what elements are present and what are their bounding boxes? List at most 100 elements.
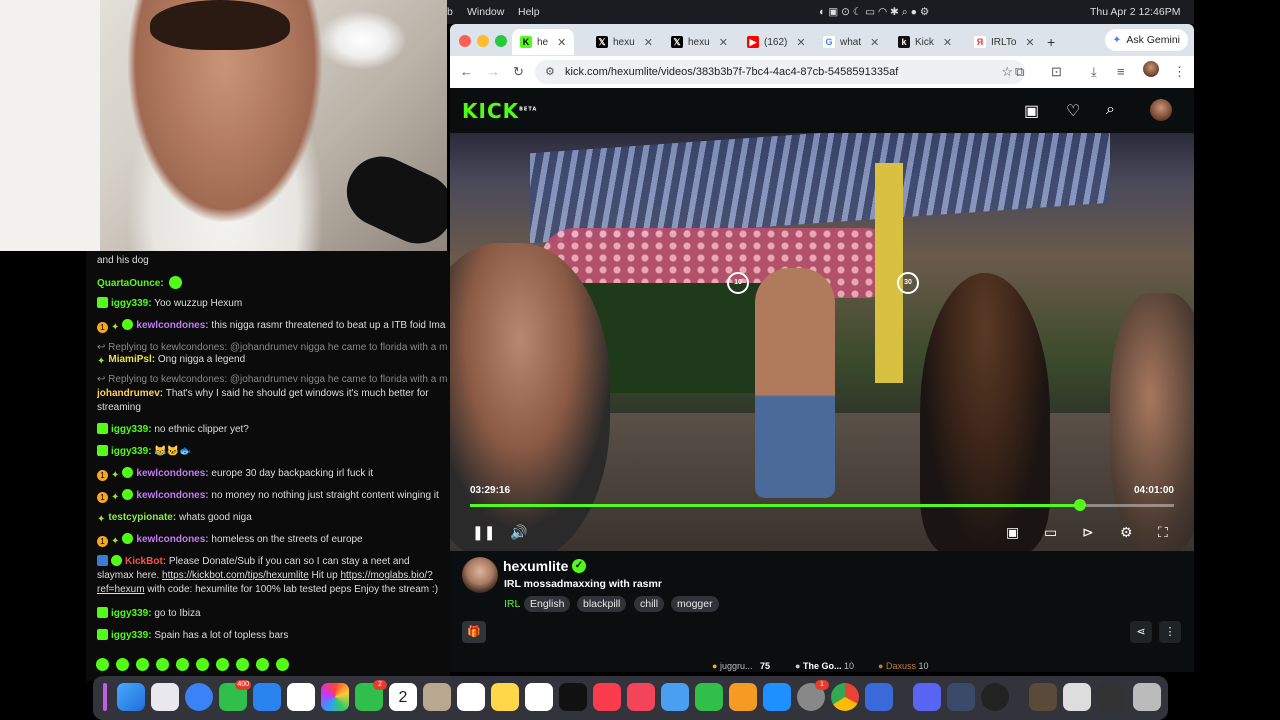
settings-gear-icon[interactable]: ⚙ bbox=[1120, 524, 1133, 541]
chrome-icon[interactable] bbox=[831, 683, 859, 711]
finder-icon[interactable] bbox=[117, 683, 145, 711]
tab-irlto[interactable]: Я IRLTo ✕ bbox=[974, 29, 1035, 55]
menu-window[interactable]: Window bbox=[467, 6, 504, 18]
safari-icon[interactable] bbox=[185, 683, 213, 711]
more-options-button[interactable]: ⋮ bbox=[1159, 621, 1181, 643]
chat-username[interactable]: kewlcondones: bbox=[136, 468, 208, 479]
extensions-icon[interactable]: ⧉ bbox=[1015, 64, 1024, 80]
messages-app-icon[interactable]: 400 bbox=[219, 680, 251, 711]
contacts-icon[interactable] bbox=[423, 683, 451, 711]
category-link[interactable]: IRL bbox=[504, 598, 520, 610]
tag-mogger[interactable]: mogger bbox=[671, 596, 719, 612]
emote-icon[interactable] bbox=[156, 658, 169, 671]
facetime-icon[interactable]: 2 bbox=[355, 680, 387, 711]
chat-username[interactable]: kewlcondones: bbox=[136, 320, 208, 331]
tab-x-1[interactable]: 𝕏hexu ✕ bbox=[596, 29, 653, 55]
tag-chill[interactable]: chill bbox=[634, 596, 665, 612]
emote-icon[interactable] bbox=[176, 658, 189, 671]
reading-list-icon[interactable]: ≡ bbox=[1117, 64, 1125, 79]
kick-logo[interactable]: KICKBETA bbox=[462, 99, 537, 123]
emote-icon[interactable] bbox=[196, 658, 209, 671]
user-avatar[interactable] bbox=[1150, 99, 1172, 121]
miniplayer-icon[interactable]: ▣ bbox=[1006, 524, 1019, 541]
download-icon[interactable]: ⤓ bbox=[1091, 64, 1097, 80]
tab-youtube[interactable]: ▶ (162) ✕ bbox=[747, 29, 806, 55]
chat-username[interactable]: kewlcondones: bbox=[136, 490, 208, 501]
close-icon[interactable]: ✕ bbox=[644, 36, 653, 49]
notes-icon[interactable] bbox=[491, 683, 519, 711]
keynote-icon[interactable] bbox=[661, 683, 689, 711]
numbers-icon[interactable] bbox=[695, 683, 723, 711]
system-settings-icon[interactable]: 1 bbox=[797, 680, 829, 711]
tag-blackpill[interactable]: blackpill bbox=[577, 596, 627, 612]
forward-arrow-icon[interactable]: → bbox=[487, 64, 500, 79]
search-icon[interactable]: ⌕ bbox=[1106, 101, 1115, 119]
close-icon[interactable]: ✕ bbox=[796, 36, 805, 49]
rewind-10-button[interactable]: 10 bbox=[727, 272, 749, 294]
close-icon[interactable]: ✕ bbox=[1025, 36, 1034, 49]
chat-username[interactable]: johandrumev: bbox=[97, 388, 163, 399]
freeform-icon[interactable] bbox=[525, 683, 553, 711]
emote-icon[interactable] bbox=[116, 658, 129, 671]
chat-username[interactable]: iggy339: bbox=[111, 298, 152, 309]
tab-x-2[interactable]: 𝕏hexu ✕ bbox=[671, 29, 728, 55]
address-bar[interactable]: ⚙ kick.com/hexumlite/videos/383b3b7f-7bc… bbox=[535, 60, 1025, 84]
menu-clock[interactable]: Thu Apr 2 12:46PM bbox=[1090, 6, 1180, 18]
heart-icon[interactable]: ♡ bbox=[1066, 101, 1080, 121]
emote-icon[interactable] bbox=[216, 658, 229, 671]
pages-icon[interactable] bbox=[729, 683, 757, 711]
volume-icon[interactable]: 🔊 bbox=[510, 524, 527, 541]
status-icons[interactable]: ◐ ▣ ⊙ ☾ ▭ ◠ ✱ ⌕ ● ⚙ bbox=[819, 6, 929, 19]
discord-icon[interactable] bbox=[913, 683, 941, 711]
pause-icon[interactable]: ❚❚ bbox=[472, 524, 495, 541]
tab-kick-2[interactable]: k Kick ✕ bbox=[898, 29, 952, 55]
chat-link[interactable]: https://kickbot.com/tips/hexumlite bbox=[162, 570, 309, 581]
streamer-name[interactable]: hexumlite bbox=[503, 558, 568, 574]
chat-username[interactable]: testcypionate: bbox=[108, 512, 176, 523]
apple-tv-icon[interactable] bbox=[559, 683, 587, 711]
more-menu-icon[interactable]: ⋮ bbox=[1173, 64, 1186, 80]
emote-icon[interactable] bbox=[276, 658, 289, 671]
video-player[interactable]: 10 30 03:29:16 04:01:00 ❚❚ 🔊 ▣ ▭ ⊳ ⚙ ⛶ bbox=[450, 133, 1194, 551]
maps-icon[interactable] bbox=[287, 683, 315, 711]
keyboard-folder-icon[interactable] bbox=[1063, 683, 1091, 711]
emote-icon[interactable] bbox=[96, 658, 109, 671]
chat-username[interactable]: iggy339: bbox=[111, 446, 152, 457]
chat-username[interactable]: MiamiPsl: bbox=[108, 354, 155, 365]
zoom-window-button[interactable] bbox=[495, 35, 507, 47]
launchpad-icon[interactable] bbox=[151, 683, 179, 711]
chat-reply-context[interactable]: ↩ Replying to kewlcondones: @johandrumev… bbox=[97, 373, 447, 387]
reminders-icon[interactable] bbox=[457, 683, 485, 711]
chat-username[interactable]: QuartaOunce: bbox=[97, 278, 164, 289]
seek-bar[interactable] bbox=[470, 499, 1174, 511]
reload-icon[interactable]: ↻ bbox=[513, 64, 524, 80]
minimize-window-button[interactable] bbox=[477, 35, 489, 47]
streamer-avatar[interactable] bbox=[462, 557, 498, 593]
news-icon[interactable] bbox=[627, 683, 655, 711]
following-icon[interactable]: ▣ bbox=[1024, 101, 1039, 121]
chat-username[interactable]: iggy339: bbox=[111, 630, 152, 641]
screenshots-folder-icon[interactable] bbox=[1097, 683, 1125, 711]
emote-icon[interactable] bbox=[256, 658, 269, 671]
menu-app-name[interactable]: b bbox=[447, 6, 453, 18]
playback-speed-icon[interactable]: ⊳ bbox=[1082, 524, 1094, 541]
tag-english[interactable]: English bbox=[524, 596, 571, 612]
new-tab-button[interactable]: + bbox=[1047, 29, 1055, 55]
tab-search-icon[interactable]: ⊡ bbox=[1051, 64, 1062, 80]
gift-sub-button[interactable]: 🎁 bbox=[462, 621, 486, 643]
tab-google[interactable]: Gwhat ✕ bbox=[823, 29, 879, 55]
back-arrow-icon[interactable]: ← bbox=[460, 64, 473, 79]
photos-icon[interactable] bbox=[321, 683, 349, 711]
chat-username[interactable]: iggy339: bbox=[111, 608, 152, 619]
music-icon[interactable] bbox=[593, 683, 621, 711]
trash-icon[interactable] bbox=[1133, 683, 1161, 711]
bookmark-star-icon[interactable]: ☆ bbox=[1001, 60, 1013, 84]
emote-icon[interactable] bbox=[236, 658, 249, 671]
recent-folder-icon[interactable] bbox=[1029, 683, 1057, 711]
preview-icon[interactable] bbox=[865, 683, 893, 711]
theater-mode-icon[interactable]: ▭ bbox=[1044, 524, 1057, 541]
ask-gemini-button[interactable]: ✦ Ask Gemini bbox=[1104, 29, 1188, 51]
database-icon[interactable] bbox=[947, 683, 975, 711]
mail-icon[interactable] bbox=[253, 683, 281, 711]
site-info-icon[interactable]: ⚙ bbox=[545, 60, 555, 84]
